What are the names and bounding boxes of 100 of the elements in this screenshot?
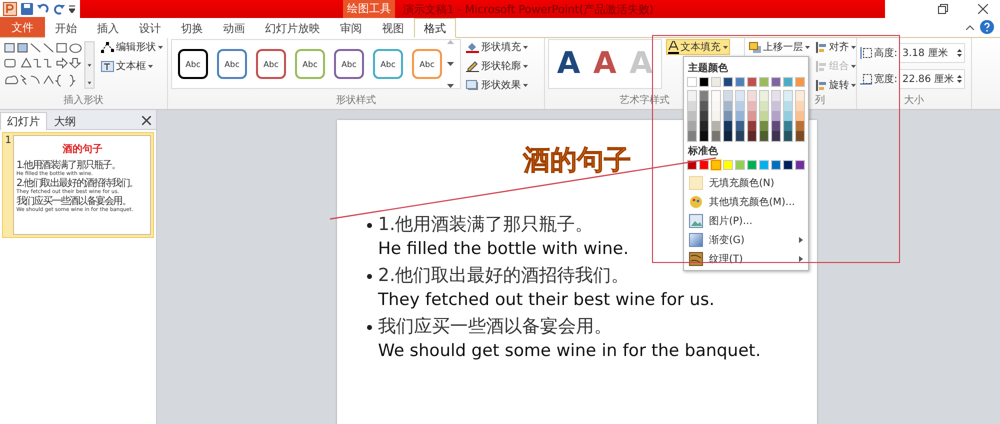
empty-swatch-icon bbox=[689, 176, 703, 190]
shape-style-option[interactable]: Abc bbox=[256, 49, 286, 79]
close-icon[interactable] bbox=[978, 4, 988, 14]
shade-swatch-strip[interactable] bbox=[759, 90, 769, 142]
bullet-dot bbox=[367, 274, 372, 279]
bullet-dot bbox=[367, 325, 372, 330]
spinner-icon bbox=[957, 48, 962, 58]
collapse-ribbon-icon[interactable] bbox=[966, 24, 974, 30]
color-swatch[interactable] bbox=[759, 160, 769, 170]
redo-icon[interactable] bbox=[53, 3, 65, 15]
shade-swatch-strip[interactable] bbox=[735, 90, 745, 142]
align-icon bbox=[816, 42, 827, 52]
shade-swatch-strip[interactable] bbox=[699, 90, 709, 142]
group-label: 插入形状 bbox=[64, 94, 104, 108]
shade-swatch-strip[interactable] bbox=[723, 90, 733, 142]
size-label: 宽度: bbox=[874, 72, 898, 86]
scroll-down-icon[interactable] bbox=[447, 62, 454, 66]
color-swatch[interactable] bbox=[735, 77, 745, 87]
color-swatch[interactable] bbox=[687, 77, 697, 87]
ribbon-button[interactable]: 编辑形状 bbox=[100, 39, 164, 55]
color-swatch[interactable] bbox=[723, 160, 733, 170]
save-icon[interactable] bbox=[21, 3, 33, 15]
ribbon-tab[interactable]: 格式 bbox=[414, 18, 456, 38]
shade-swatch-strip[interactable] bbox=[711, 90, 721, 142]
picture-icon bbox=[689, 214, 703, 228]
shape-style-option[interactable]: Abc bbox=[373, 49, 403, 79]
shape-style-option[interactable]: Abc bbox=[217, 49, 247, 79]
bullet-text: They fetched out their best wine for us. bbox=[378, 289, 714, 312]
customize-menu-icon[interactable] bbox=[69, 5, 75, 13]
spinner-icon bbox=[957, 74, 962, 84]
menu-item[interactable]: 其他填充颜色(M)... bbox=[687, 192, 805, 211]
shade-swatch-strip[interactable] bbox=[687, 90, 697, 142]
help-icon[interactable] bbox=[980, 20, 994, 34]
color-swatch[interactable] bbox=[711, 160, 721, 170]
ribbon-button[interactable]: 形状填充 bbox=[465, 39, 529, 55]
bullet-dot bbox=[367, 223, 372, 228]
shade-swatch-strip[interactable] bbox=[783, 90, 793, 142]
color-swatch[interactable] bbox=[735, 160, 745, 170]
caret-icon bbox=[523, 84, 528, 86]
ribbon-button[interactable]: 对齐 bbox=[815, 39, 857, 55]
menu-item[interactable]: 图片(P)... bbox=[687, 211, 805, 230]
texture-icon bbox=[689, 252, 703, 266]
color-swatch[interactable] bbox=[759, 77, 769, 87]
thumbnail-text: 我们应买一些酒以备宴会用。 bbox=[16, 196, 131, 207]
bullet-text: He filled the bottle with wine. bbox=[378, 238, 629, 261]
color-swatch[interactable] bbox=[795, 77, 805, 87]
ribbon-button[interactable]: 旋转 bbox=[815, 77, 857, 93]
shape-effects-icon bbox=[466, 79, 479, 91]
color-swatch[interactable] bbox=[783, 160, 793, 170]
ribbon-button[interactable]: 文本框 bbox=[100, 58, 164, 74]
caret-icon bbox=[158, 46, 163, 48]
height-icon bbox=[860, 47, 872, 59]
shapes-gallery-drawing[interactable] bbox=[3, 39, 96, 91]
text-fill-button[interactable]: 文本填充 bbox=[666, 39, 730, 55]
shade-swatch-strip[interactable] bbox=[771, 90, 781, 142]
color-swatch[interactable] bbox=[783, 77, 793, 87]
caret-icon bbox=[523, 64, 528, 68]
ribbon-button[interactable]: 上移一层 bbox=[748, 39, 811, 55]
text-box-icon bbox=[101, 60, 114, 72]
menu-item[interactable]: 无填充颜色(N) bbox=[687, 173, 805, 192]
shape-style-option[interactable]: Abc bbox=[334, 49, 364, 79]
color-swatch[interactable] bbox=[723, 77, 733, 87]
menu-heading: 标准色 bbox=[687, 144, 719, 159]
caret-icon bbox=[851, 46, 856, 48]
bullet-text: 2.他们取出最好的酒招待我们。 bbox=[378, 264, 630, 288]
thumbnail-text: 2.他们取出最好的酒招待我们。 bbox=[16, 178, 138, 189]
shape-style-option[interactable]: Abc bbox=[412, 49, 442, 79]
app-logo-icon bbox=[3, 2, 17, 16]
thumbnail-text: 1.他用酒装满了那只瓶子。 bbox=[16, 160, 120, 171]
close-icon[interactable] bbox=[142, 116, 151, 125]
color-swatch[interactable] bbox=[771, 77, 781, 87]
size-field[interactable]: 22.86 厘米 bbox=[899, 69, 966, 89]
edit-points-icon bbox=[101, 42, 114, 52]
shape-style-option[interactable]: Abc bbox=[295, 49, 325, 79]
restore-icon[interactable] bbox=[938, 4, 948, 14]
color-swatch[interactable] bbox=[747, 77, 757, 87]
color-swatch[interactable] bbox=[747, 160, 757, 170]
shape-style-option[interactable]: Abc bbox=[178, 49, 208, 79]
color-swatch[interactable] bbox=[711, 77, 721, 87]
undo-icon[interactable] bbox=[37, 3, 49, 15]
color-swatch[interactable] bbox=[795, 160, 805, 170]
color-swatch[interactable] bbox=[699, 160, 709, 170]
expand-gallery-icon[interactable] bbox=[447, 84, 454, 89]
panel-tab[interactable]: 大纲 bbox=[47, 112, 83, 130]
file-tab[interactable]: 文件 bbox=[0, 17, 45, 37]
panel-tab[interactable]: 幻灯片 bbox=[0, 112, 47, 130]
group-label: 大小 bbox=[904, 94, 924, 108]
ribbon-button[interactable]: 形状轮廓 bbox=[465, 58, 529, 74]
color-swatch[interactable] bbox=[771, 160, 781, 170]
ribbon-button[interactable]: 形状效果 bbox=[465, 77, 529, 93]
slide-number: 1 bbox=[5, 135, 12, 148]
shade-swatch-strip[interactable] bbox=[795, 90, 805, 142]
size-field[interactable]: 3.18 厘米 bbox=[899, 43, 966, 63]
bullet-text: 1.他用酒装满了那只瓶子。 bbox=[378, 213, 594, 237]
shade-swatch-strip[interactable] bbox=[747, 90, 757, 142]
gradient-icon bbox=[689, 232, 703, 246]
wordart-style-option[interactable]: A bbox=[591, 46, 618, 82]
wordart-style-option[interactable]: A bbox=[555, 46, 582, 82]
color-swatch[interactable] bbox=[699, 77, 709, 87]
menu-item[interactable]: 渐变(G) bbox=[687, 230, 805, 249]
